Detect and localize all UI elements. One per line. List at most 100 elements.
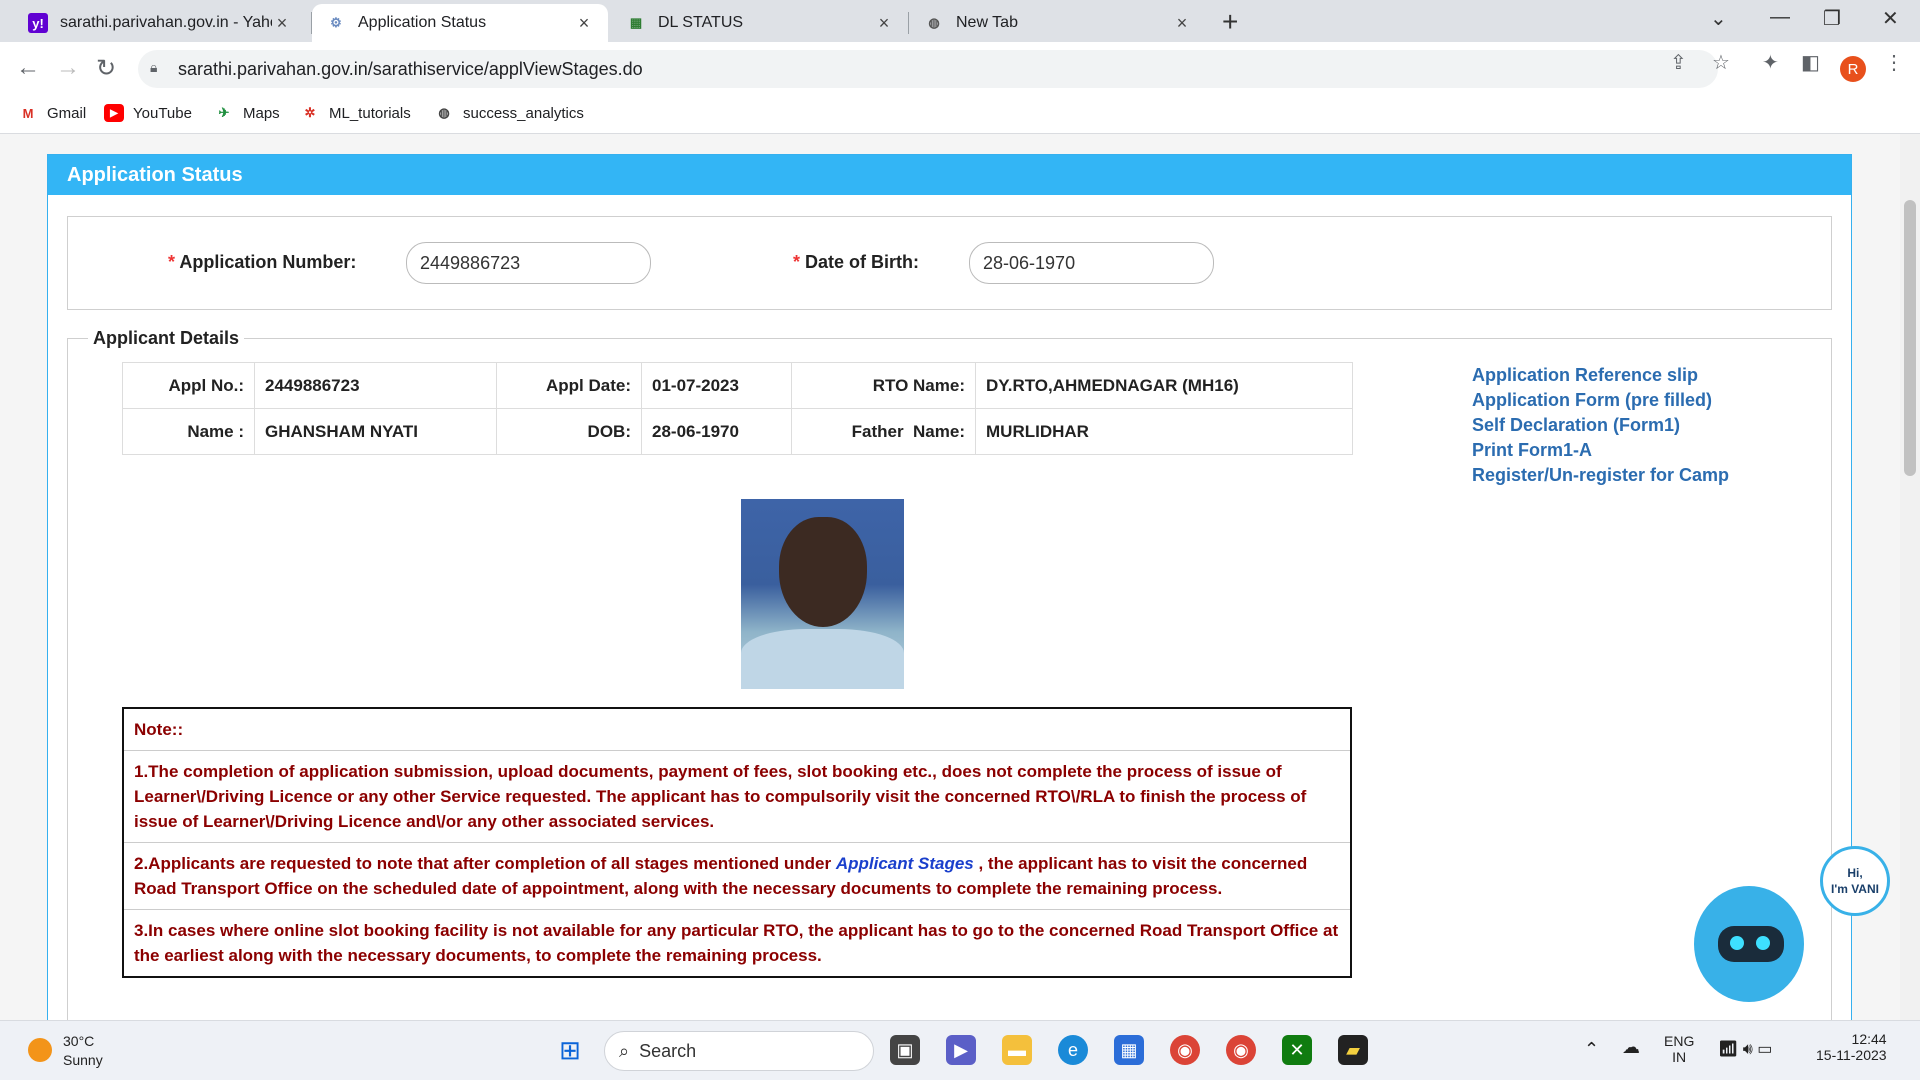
language-indicator[interactable]: ENG IN bbox=[1664, 1033, 1694, 1065]
bookmark-label: Maps bbox=[243, 104, 280, 122]
clock[interactable]: 12:44 15-11-2023 bbox=[1816, 1031, 1887, 1063]
new-tab-button[interactable]: + bbox=[1222, 6, 1238, 38]
address-bar[interactable]: 🔒︎ sarathi.parivahan.gov.in/sarathiservi… bbox=[138, 50, 1718, 88]
tab-title: sarathi.parivahan.gov.in - Yahoo bbox=[60, 14, 272, 31]
bookmark-gmail[interactable]: M Gmail bbox=[18, 104, 87, 122]
sun-icon[interactable] bbox=[28, 1038, 52, 1062]
applicant-details-table: Appl No.: 2449886723 Appl Date: 01-07-20… bbox=[122, 362, 1353, 455]
clock-date: 15-11-2023 bbox=[1816, 1047, 1887, 1063]
applicant-stages-link[interactable]: Applicant Stages bbox=[836, 854, 974, 873]
table-row: Appl No.: 2449886723 Appl Date: 01-07-20… bbox=[122, 362, 1353, 409]
application-number-label: * Application Number: bbox=[168, 252, 356, 273]
father-name-label: Father Name: bbox=[791, 408, 976, 455]
url-text: sarathi.parivahan.gov.in/sarathiservice/… bbox=[178, 58, 643, 79]
share-icon[interactable]: ⇪ bbox=[1670, 50, 1687, 75]
weather-condition[interactable]: Sunny bbox=[63, 1052, 103, 1068]
bookmark-success-analytics[interactable]: ◍ success_analytics bbox=[434, 104, 584, 122]
task-view-icon[interactable]: ▣ bbox=[890, 1035, 920, 1065]
tab-strip: y! sarathi.parivahan.gov.in - Yahoo × ⚙ … bbox=[0, 0, 1920, 42]
label-text: Application Number: bbox=[179, 252, 357, 272]
bookmark-ml-tutorials[interactable]: ✲ ML_tutorials bbox=[300, 104, 411, 122]
windows-taskbar: 30°C Sunny ⊞ ⌕ Search ▣ ▶ ▬ e ▦ ◉ ◉ ✕ ▰ ⌃… bbox=[0, 1020, 1920, 1080]
onedrive-cloud-icon[interactable]: ☁ bbox=[1622, 1037, 1640, 1058]
extensions-icon[interactable]: ✦ bbox=[1762, 50, 1779, 75]
tab-search-chevron-icon[interactable]: ⌄ bbox=[1710, 6, 1727, 31]
scrollbar-thumb[interactable] bbox=[1904, 200, 1916, 476]
taskbar-search[interactable]: ⌕ Search bbox=[604, 1031, 874, 1071]
application-form-link[interactable]: Application Form (pre filled) bbox=[1472, 388, 1729, 413]
maximize-icon[interactable]: ❐ bbox=[1823, 6, 1841, 31]
close-tab-icon[interactable]: × bbox=[574, 13, 594, 34]
dob-input[interactable]: 28-06-1970 bbox=[969, 242, 1214, 284]
wifi-volume-battery-icons[interactable]: 📶︎ 🔊︎ ▭ bbox=[1718, 1039, 1772, 1059]
bookmarks-bar: M Gmail ▶ YouTube ✈ Maps ✲ ML_tutorials ◍ suc… bbox=[0, 96, 1920, 134]
appl-date-value: 01-07-2023 bbox=[641, 362, 792, 409]
teams-icon[interactable]: ▶ bbox=[946, 1035, 976, 1065]
label-text: Date of Birth: bbox=[805, 252, 920, 272]
lock-icon: 🔒︎ bbox=[150, 59, 158, 75]
photo-face bbox=[779, 517, 867, 627]
chrome-profile-icon[interactable]: ◉ bbox=[1226, 1035, 1256, 1065]
tab-application-status[interactable]: ⚙ Application Status × bbox=[312, 4, 608, 42]
tab-title: DL STATUS bbox=[658, 14, 744, 31]
close-window-icon[interactable]: ✕ bbox=[1882, 6, 1899, 31]
vani-chatbot[interactable]: Hi, I'm VANI bbox=[1692, 846, 1892, 1006]
tab-yahoo[interactable]: y! sarathi.parivahan.gov.in - Yahoo × bbox=[14, 4, 306, 42]
table-row: Name : GHANSHAM NYATI DOB: 28-06-1970 Fa… bbox=[122, 408, 1353, 455]
bookmark-label: success_analytics bbox=[463, 104, 584, 122]
profile-avatar[interactable]: R bbox=[1840, 56, 1866, 82]
tab-new-tab[interactable]: ◍ New Tab × bbox=[910, 4, 1206, 42]
note-text: 2.Applicants are requested to note that … bbox=[134, 854, 836, 873]
robot-eye bbox=[1730, 936, 1744, 950]
note-title: Note:: bbox=[124, 709, 1350, 751]
tab-title: Application Status bbox=[358, 14, 487, 31]
xbox-icon[interactable]: ✕ bbox=[1282, 1035, 1312, 1065]
back-icon[interactable]: ← bbox=[16, 54, 40, 82]
dob-detail-label: DOB: bbox=[496, 408, 642, 455]
bookmark-star-icon[interactable]: ☆ bbox=[1712, 50, 1730, 75]
panel-title: Application Status bbox=[48, 155, 1851, 195]
search-icon: ⌕ bbox=[619, 1040, 630, 1061]
maps-icon: ✈ bbox=[218, 105, 230, 120]
self-declaration-link[interactable]: Self Declaration (Form1) bbox=[1472, 413, 1729, 438]
forward-icon[interactable]: → bbox=[56, 54, 80, 82]
applicant-photo bbox=[741, 499, 904, 689]
application-reference-slip-link[interactable]: Application Reference slip bbox=[1472, 363, 1729, 388]
tab-dl-status[interactable]: ▦ DL STATUS × bbox=[612, 4, 908, 42]
dob-detail-value: 28-06-1970 bbox=[641, 408, 792, 455]
rto-name-label: RTO Name: bbox=[791, 362, 976, 409]
menu-icon[interactable]: ⋮ bbox=[1884, 50, 1904, 75]
minimize-icon[interactable]: — bbox=[1770, 6, 1790, 29]
note-box: Note:: 1.The completion of application s… bbox=[122, 707, 1352, 978]
close-tab-icon[interactable]: × bbox=[272, 13, 292, 34]
yahoo-favicon-icon: y! bbox=[28, 13, 48, 33]
document-links: Application Reference slip Application F… bbox=[1472, 363, 1729, 488]
bookmark-label: Gmail bbox=[47, 104, 87, 122]
bookmark-maps[interactable]: ✈ Maps bbox=[214, 104, 280, 122]
name-label: Name : bbox=[122, 408, 255, 455]
page-viewport: Application Status * Application Number:… bbox=[0, 134, 1920, 1020]
sticky-notes-icon[interactable]: ▰ bbox=[1338, 1035, 1368, 1065]
name-value: GHANSHAM NYATI bbox=[254, 408, 497, 455]
file-explorer-icon[interactable]: ▬ bbox=[1002, 1035, 1032, 1065]
greeting-line: I'm VANI bbox=[1831, 882, 1879, 896]
close-tab-icon[interactable]: × bbox=[1172, 13, 1192, 34]
application-number-input[interactable]: 2449886723 bbox=[406, 242, 651, 284]
store-icon[interactable]: ▦ bbox=[1114, 1035, 1144, 1065]
edge-icon[interactable]: e bbox=[1058, 1035, 1088, 1065]
bookmark-youtube[interactable]: ▶ YouTube bbox=[104, 104, 192, 122]
start-icon[interactable]: ⊞ bbox=[555, 1035, 585, 1065]
tray-overflow-icon[interactable]: ⌃ bbox=[1584, 1039, 1599, 1060]
close-tab-icon[interactable]: × bbox=[874, 13, 894, 34]
reload-icon[interactable]: ↻ bbox=[96, 54, 116, 83]
weather-temp[interactable]: 30°C bbox=[63, 1033, 94, 1049]
appl-no-label: Appl No.: bbox=[122, 362, 255, 409]
parivahan-favicon-icon: ⚙ bbox=[330, 15, 342, 30]
browser-toolbar: ← → ↻ 🔒︎ sarathi.parivahan.gov.in/sarath… bbox=[0, 42, 1920, 96]
side-panel-icon[interactable]: ◧ bbox=[1801, 50, 1820, 75]
camp-registration-link[interactable]: Register/Un-register for Camp bbox=[1472, 463, 1729, 488]
page-scrollbar[interactable] bbox=[1900, 134, 1920, 1020]
region-code: IN bbox=[1672, 1049, 1687, 1065]
chrome-icon[interactable]: ◉ bbox=[1170, 1035, 1200, 1065]
print-form1a-link[interactable]: Print Form1-A bbox=[1472, 438, 1729, 463]
